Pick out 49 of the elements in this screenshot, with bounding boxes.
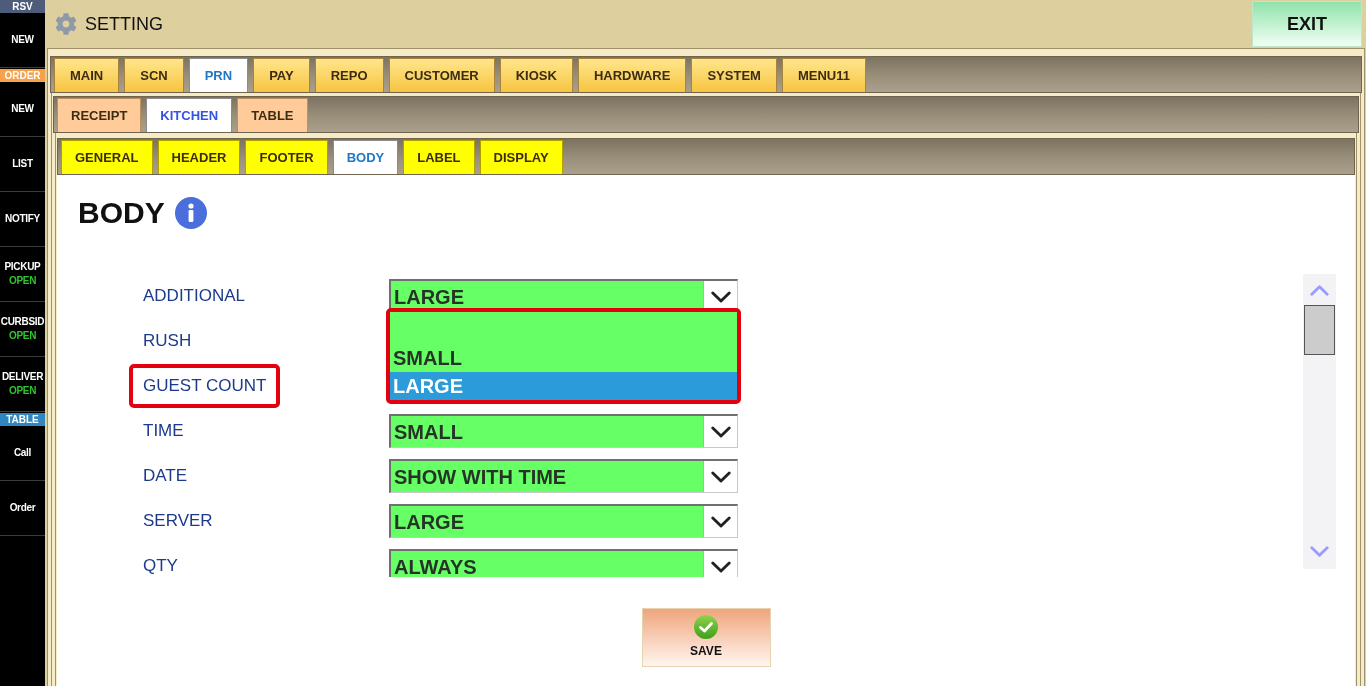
dropdown-select[interactable]: SHOW WITH TIME [389,459,738,493]
save-button[interactable]: SAVE [641,608,771,667]
tab[interactable]: SYSTEM [691,58,777,92]
setting-label: RUSH [143,332,192,350]
tab[interactable]: HARDWARE [577,58,687,92]
exit-button[interactable]: EXIT [1252,1,1362,47]
section-header: TABLE [0,413,45,426]
info-icon[interactable] [174,197,207,229]
dropdown-select[interactable]: LARGE [389,504,738,538]
tab[interactable]: REPO [314,58,384,92]
tab[interactable]: GENERAL [61,140,153,174]
tab[interactable]: TABLE [237,98,308,132]
tab[interactable]: PAY [253,58,310,92]
tab[interactable]: MAIN [54,58,120,92]
tab[interactable]: DISPLAY [479,140,563,174]
tab[interactable]: KIOSK [499,58,573,92]
tab[interactable]: PRN [188,58,249,92]
window-title: SETTING [85,12,163,36]
tab[interactable]: CUSTOMER [388,58,495,92]
chevron-down-icon [703,551,737,577]
setting-label: DATE [143,467,188,485]
tab[interactable]: KITCHEN [146,98,233,132]
dropdown-option[interactable]: SMALL [390,344,737,372]
tab[interactable]: FOOTER [245,140,328,174]
tab[interactable]: RECEIPT [57,98,142,132]
setting-label: ADDITIONAL [143,287,246,305]
section-header: ORDER [0,69,45,82]
dropdown-select[interactable]: ALWAYS [389,549,738,577]
tab[interactable]: BODY [332,140,399,174]
chevron-down-icon [1310,546,1329,557]
tab[interactable]: MENU11 [781,58,866,92]
scrollbar-track[interactable] [1303,274,1336,569]
section-header: RSV [0,0,45,13]
setting-label: QTY [143,557,178,575]
setting-label: TIME [143,422,184,440]
setting-label: SERVER [143,512,213,530]
tab[interactable]: HEADER [157,140,241,174]
chevron-down-icon [703,506,737,537]
setting-label: GUEST COUNT [143,377,267,395]
check-icon [694,615,718,639]
scrollbar-thumb[interactable] [1304,305,1335,355]
chevron-down-icon [703,416,737,447]
section-title: BODY [78,195,165,231]
gear-icon [55,13,77,35]
tab[interactable]: LABEL [403,140,475,174]
chevron-up-icon [1310,285,1329,296]
tab[interactable]: SCN [124,58,184,92]
chevron-down-icon [703,461,737,492]
dropdown-select[interactable]: SMALL [389,414,738,448]
